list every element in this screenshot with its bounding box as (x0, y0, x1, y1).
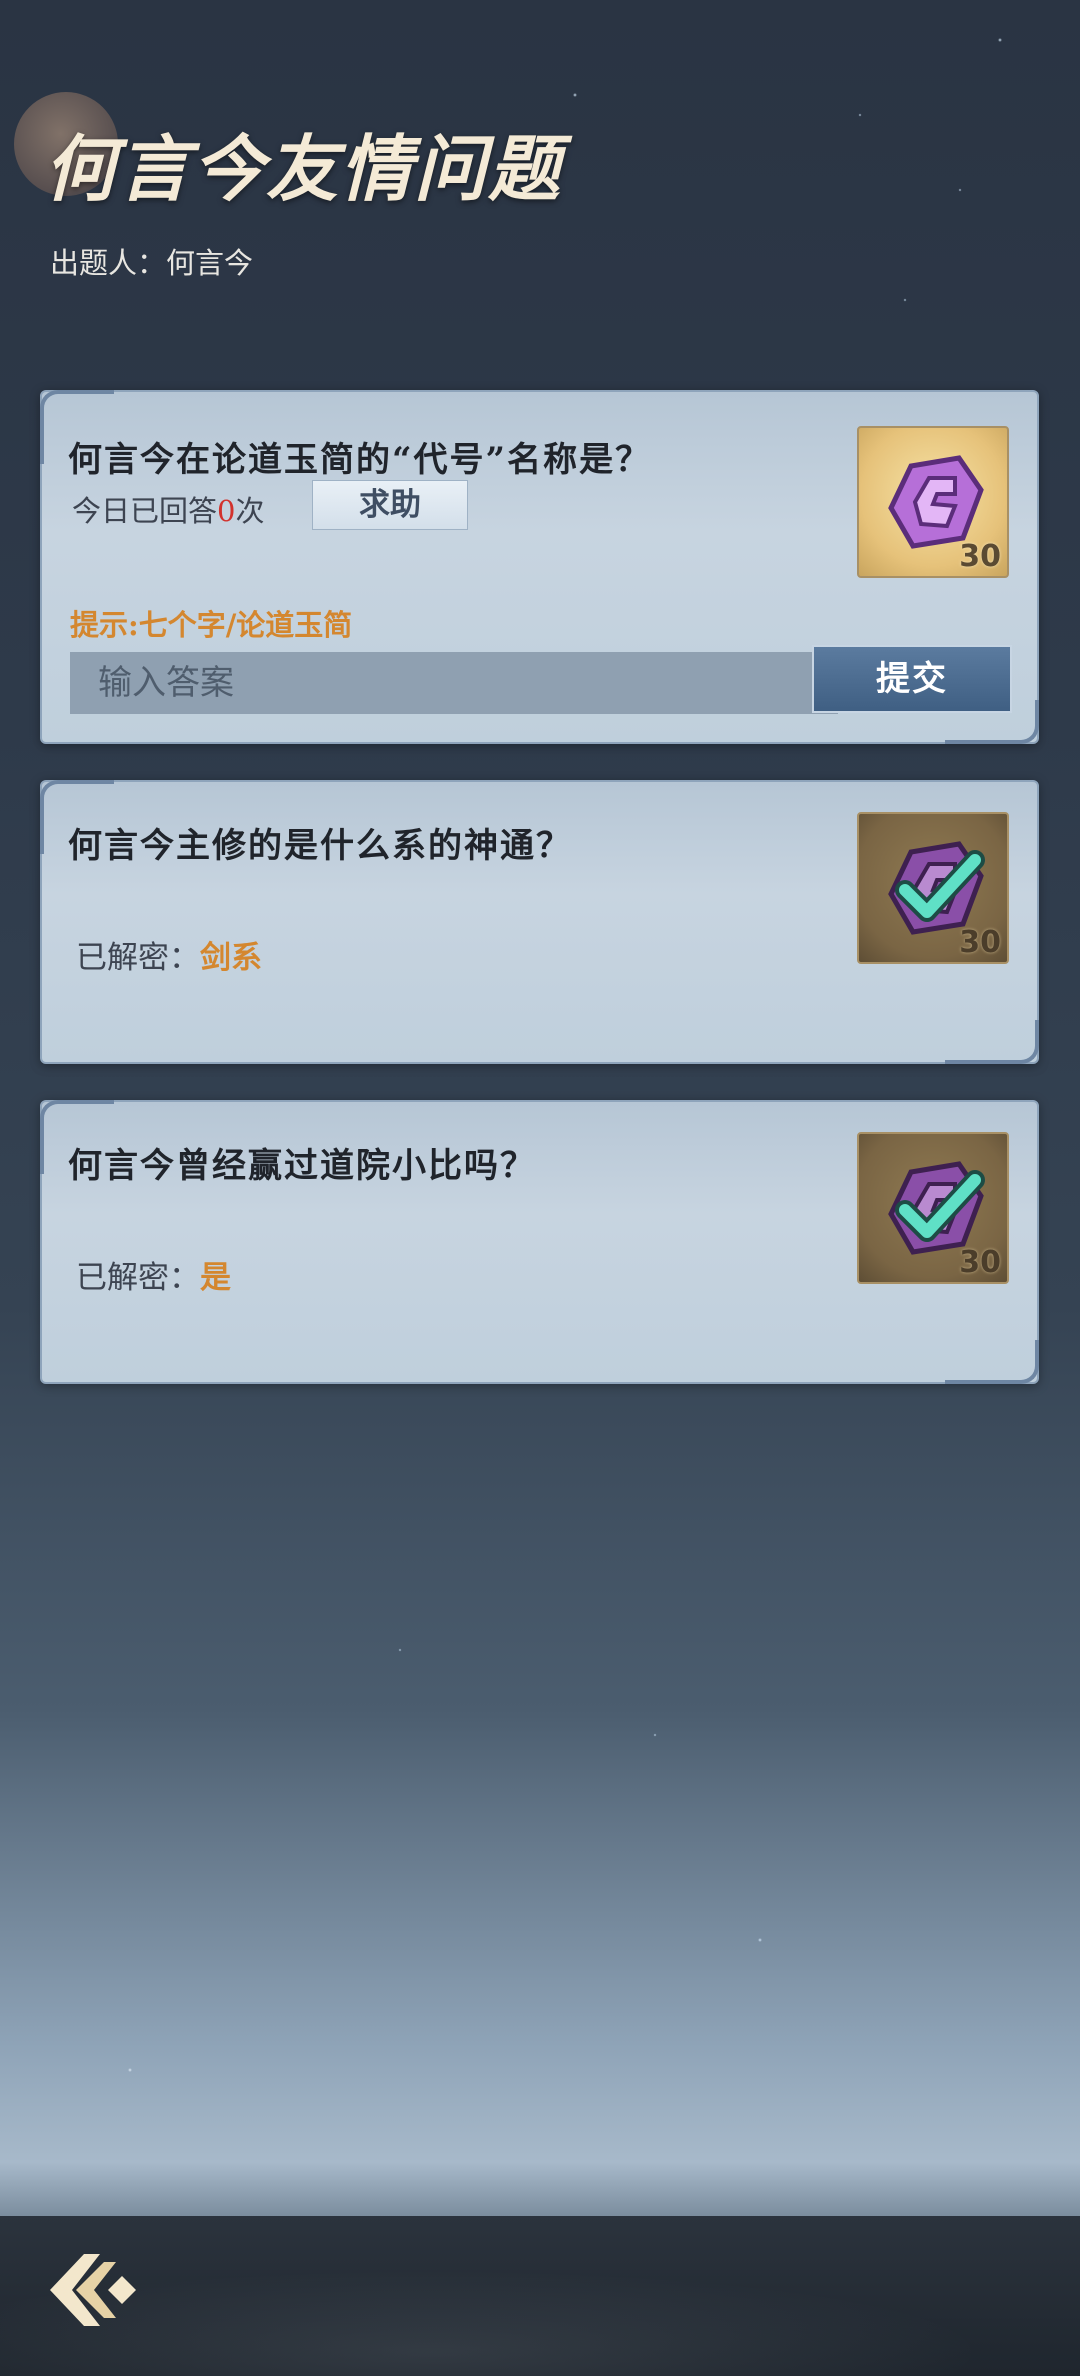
back-button[interactable] (42, 2240, 152, 2340)
back-arrow-icon (50, 2254, 136, 2326)
page-title: 何言今友情问题 (44, 126, 563, 211)
question-text: 何言今在论道玉简的“代号”名称是？ (68, 440, 652, 480)
question-text: 何言今曾经赢过道院小比吗？ (68, 1146, 536, 1186)
answer-count-value: 0 (217, 494, 236, 528)
solved-label: 已解密： (76, 1260, 200, 1296)
reward-quantity: 30 (959, 539, 1001, 574)
reward-quantity: 30 (959, 1245, 1001, 1280)
question-card-2: 何言今主修的是什么系的神通？ 已解密：剑系 30 (40, 780, 1039, 1064)
answer-count-prefix: 今日已回答 (72, 494, 218, 528)
question-card-1: 何言今在论道玉简的“代号”名称是？ 今日已回答0次 求助 30 提示:七个字/论… (40, 390, 1039, 744)
reward-item[interactable]: 30 (857, 812, 1009, 964)
solved-line: 已解密：是 (76, 1252, 231, 1297)
reward-quantity: 30 (959, 925, 1001, 960)
solved-line: 已解密：剑系 (76, 932, 262, 977)
author-label: 出题人：何言今 (50, 246, 254, 280)
reward-item[interactable]: 30 (857, 1132, 1009, 1284)
solved-answer: 是 (200, 1260, 231, 1296)
question-text: 何言今主修的是什么系的神通？ (68, 826, 572, 866)
solved-answer: 剑系 (200, 940, 262, 976)
answer-count: 今日已回答0次 (72, 488, 264, 530)
solved-label: 已解密： (76, 940, 200, 976)
bottom-bar (0, 2216, 1080, 2376)
reward-item[interactable]: 30 (857, 426, 1009, 578)
answer-count-suffix: 次 (235, 494, 265, 528)
answer-input[interactable] (70, 652, 838, 714)
help-button[interactable]: 求助 (312, 480, 468, 530)
hint-text: 提示:七个字/论道玉简 (70, 608, 353, 642)
question-card-3: 何言今曾经赢过道院小比吗？ 已解密：是 30 (40, 1100, 1039, 1384)
submit-button[interactable]: 提交 (812, 645, 1012, 713)
